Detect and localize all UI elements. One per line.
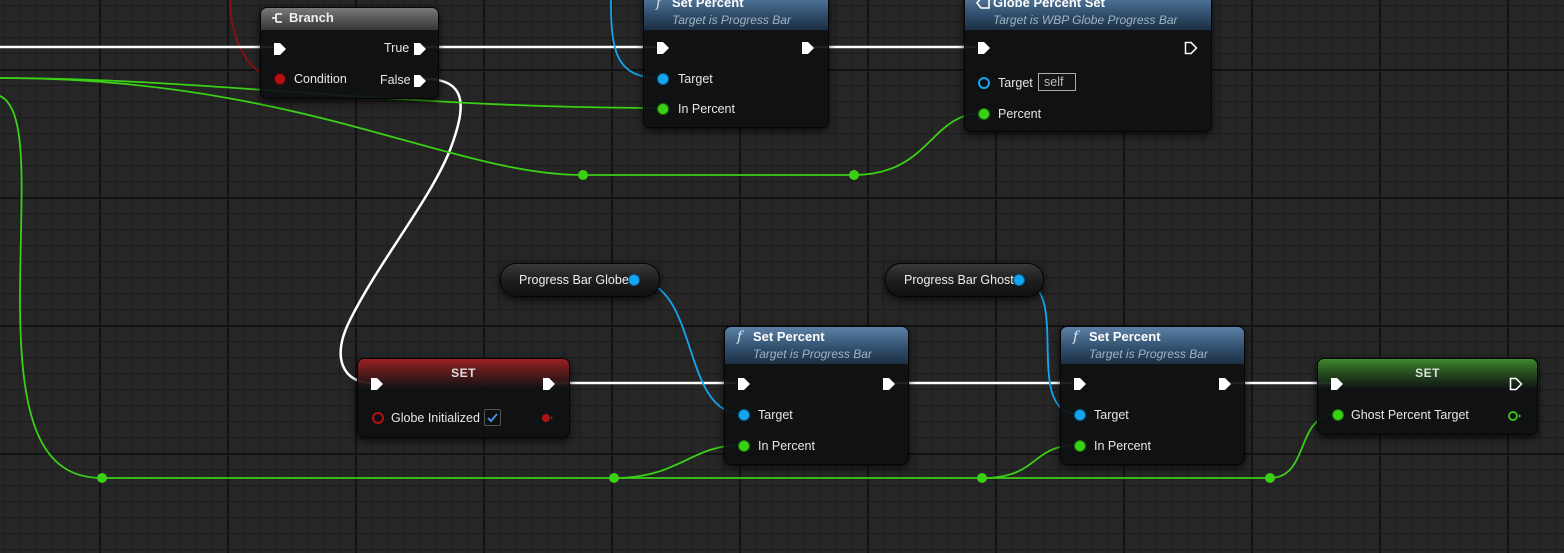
reroute-knot[interactable] [609, 473, 619, 483]
set-globe-initialized-node[interactable]: SET Globe Initialized [357, 358, 570, 438]
globe-percent-set-node[interactable]: Globe Percent Set Target is WBP Globe Pr… [964, 0, 1212, 132]
node-subtitle: Target is Progress Bar [753, 347, 872, 361]
target-label: Target [1094, 408, 1129, 422]
function-header: f Set Percent Target is Progress Bar [1061, 327, 1244, 364]
in-percent-label: In Percent [678, 102, 735, 116]
node-title: Set Percent [1089, 329, 1161, 344]
in-percent-pin[interactable] [739, 441, 749, 451]
reroute-knot[interactable] [1265, 473, 1275, 483]
set-percent-node-ghost[interactable]: f Set Percent Target is Progress Bar Tar… [1060, 326, 1245, 465]
in-percent-pin[interactable] [1075, 441, 1085, 451]
event-icon [976, 0, 990, 9]
target-self-field[interactable]: self [1038, 73, 1076, 91]
in-percent-pin[interactable] [658, 104, 668, 114]
in-percent-label: In Percent [1094, 439, 1151, 453]
node-subtitle: Target is Progress Bar [1089, 347, 1208, 361]
reroute-knot[interactable] [849, 170, 859, 180]
bool-output-pin[interactable] [541, 411, 553, 422]
target-pin[interactable] [1075, 410, 1085, 420]
branch-title: Branch [289, 10, 334, 25]
target-pin[interactable] [739, 410, 749, 420]
set-percent-node-top[interactable]: f Set Percent Target is Progress Bar Tar… [643, 0, 829, 128]
branch-icon [272, 13, 282, 23]
condition-pin[interactable] [275, 74, 285, 84]
set-header: SET [358, 359, 569, 389]
reroute-knot[interactable] [578, 170, 588, 180]
node-title: Set Percent [753, 329, 825, 344]
branch-header: Branch [261, 8, 438, 30]
target-label: Target [758, 408, 793, 422]
in-percent-label: In Percent [758, 439, 815, 453]
function-header: f Set Percent Target is Progress Bar [644, 0, 828, 30]
function-header: Globe Percent Set Target is WBP Globe Pr… [965, 0, 1211, 30]
function-icon: f [656, 0, 662, 11]
var-label: Progress Bar Globe [519, 273, 629, 287]
node-title: SET [451, 366, 476, 380]
ghost-percent-target-label: Ghost Percent Target [1351, 408, 1469, 422]
var-label: Progress Bar Ghost [904, 273, 1014, 287]
set-header: SET [1318, 359, 1537, 389]
globe-initialized-checkbox[interactable] [484, 409, 501, 426]
checkmark-icon [487, 413, 498, 423]
float-wire [0, 77, 984, 176]
target-label: Target [678, 72, 713, 86]
exec-wire [339, 77, 462, 385]
output-pin[interactable] [1014, 275, 1024, 285]
reroute-knot[interactable] [97, 473, 107, 483]
branch-node[interactable]: Branch True Condition False [260, 7, 439, 99]
node-subtitle: Target is Progress Bar [672, 13, 791, 27]
branch-true-label: True [384, 41, 410, 55]
reroute-knot[interactable] [977, 473, 987, 483]
percent-pin[interactable] [979, 109, 989, 119]
target-pin[interactable] [978, 77, 990, 89]
float-wire [613, 444, 743, 479]
branch-condition-label: Condition [294, 72, 347, 86]
node-subtitle: Target is WBP Globe Progress Bar [993, 13, 1178, 27]
bool-input-pin[interactable] [372, 412, 384, 424]
output-pin[interactable] [629, 275, 639, 285]
node-title: SET [1415, 366, 1440, 380]
set-percent-node-globe[interactable]: f Set Percent Target is Progress Bar Tar… [724, 326, 909, 465]
globe-initialized-label: Globe Initialized [391, 411, 480, 425]
float-input-pin[interactable] [1333, 410, 1343, 420]
set-ghost-percent-target-node[interactable]: SET Ghost Percent Target [1317, 358, 1538, 435]
progress-bar-globe-getter[interactable]: Progress Bar Globe [500, 263, 660, 297]
branch-false-label: False [380, 73, 411, 87]
function-icon: f [1073, 329, 1079, 345]
target-label: Target [998, 76, 1033, 90]
percent-label: Percent [998, 107, 1042, 121]
node-title: Globe Percent Set [993, 0, 1105, 10]
node-title: Set Percent [672, 0, 744, 10]
function-header: f Set Percent Target is Progress Bar [725, 327, 908, 364]
target-pin[interactable] [658, 74, 668, 84]
float-output-pin[interactable] [1508, 409, 1521, 421]
function-icon: f [737, 329, 743, 345]
progress-bar-ghost-getter[interactable]: Progress Bar Ghost [885, 263, 1044, 297]
